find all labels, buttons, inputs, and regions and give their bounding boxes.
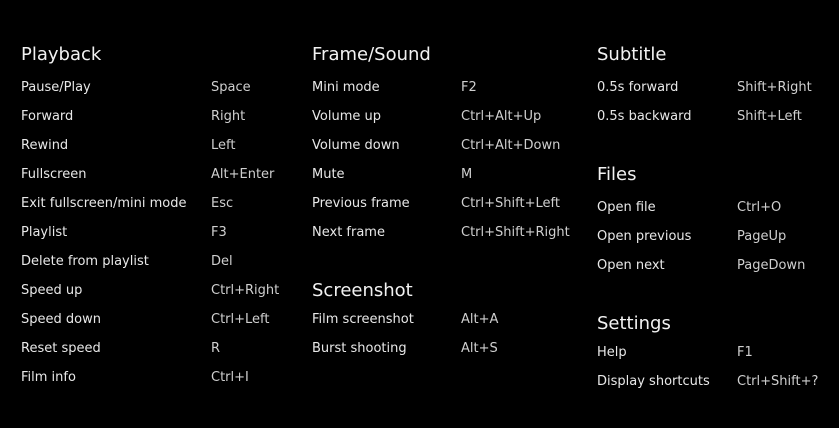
shortcut-key: Del bbox=[211, 254, 233, 269]
shortcut-row-exit-fullscreen: Exit fullscreen/mini mode Esc bbox=[21, 194, 281, 214]
shortcut-row-burst-shooting: Burst shooting Alt+S bbox=[312, 339, 572, 359]
shortcut-action: Reset speed bbox=[21, 341, 101, 356]
shortcut-action: Pause/Play bbox=[21, 80, 91, 95]
shortcut-key: Alt+S bbox=[461, 341, 498, 356]
shortcut-row-next-frame: Next frame Ctrl+Shift+Right bbox=[312, 223, 572, 243]
shortcut-key: Ctrl+Right bbox=[211, 283, 280, 298]
section-title-screenshot: Screenshot bbox=[312, 280, 413, 301]
shortcut-key: Alt+A bbox=[461, 312, 499, 327]
shortcut-row-help: Help F1 bbox=[597, 343, 839, 363]
shortcut-key: PageDown bbox=[737, 258, 806, 273]
shortcut-key: Esc bbox=[211, 196, 234, 211]
shortcut-row-volume-down: Volume down Ctrl+Alt+Down bbox=[312, 136, 572, 156]
shortcut-key: Ctrl+Shift+? bbox=[737, 374, 819, 389]
shortcut-row-open-file: Open file Ctrl+O bbox=[597, 198, 839, 218]
shortcut-key: Ctrl+Alt+Down bbox=[461, 138, 561, 153]
shortcut-row-open-previous: Open previous PageUp bbox=[597, 227, 839, 247]
shortcut-action: 0.5s forward bbox=[597, 80, 679, 95]
shortcut-action: Playlist bbox=[21, 225, 68, 240]
shortcut-action: 0.5s backward bbox=[597, 109, 692, 124]
shortcut-key: Ctrl+I bbox=[211, 370, 249, 385]
shortcut-key: F1 bbox=[737, 345, 753, 360]
shortcut-action: Delete from playlist bbox=[21, 254, 149, 269]
shortcut-key: Left bbox=[211, 138, 236, 153]
shortcut-key: Shift+Right bbox=[737, 80, 812, 95]
shortcut-action: Film screenshot bbox=[312, 312, 414, 327]
shortcut-row-delete-from-playlist: Delete from playlist Del bbox=[21, 252, 281, 272]
shortcut-action: Help bbox=[597, 345, 627, 360]
shortcut-row-fullscreen: Fullscreen Alt+Enter bbox=[21, 165, 281, 185]
shortcut-key: Alt+Enter bbox=[211, 167, 275, 182]
shortcut-key: F3 bbox=[211, 225, 227, 240]
shortcut-action: Open next bbox=[597, 258, 665, 273]
section-title-files: Files bbox=[597, 164, 637, 185]
shortcut-row-previous-frame: Previous frame Ctrl+Shift+Left bbox=[312, 194, 572, 214]
shortcut-action: Previous frame bbox=[312, 196, 410, 211]
shortcut-row-subtitle-backward: 0.5s backward Shift+Left bbox=[597, 107, 839, 127]
shortcut-key: R bbox=[211, 341, 221, 356]
shortcut-action: Film info bbox=[21, 370, 76, 385]
shortcut-row-reset-speed: Reset speed R bbox=[21, 339, 281, 359]
shortcut-row-pause-play: Pause/Play Space bbox=[21, 78, 281, 98]
shortcut-row-forward: Forward Right bbox=[21, 107, 281, 127]
shortcut-key: PageUp bbox=[737, 229, 787, 244]
shortcut-row-playlist: Playlist F3 bbox=[21, 223, 281, 243]
shortcut-row-volume-up: Volume up Ctrl+Alt+Up bbox=[312, 107, 572, 127]
section-title-frame-sound: Frame/Sound bbox=[312, 44, 431, 65]
shortcut-key: Ctrl+O bbox=[737, 200, 782, 215]
shortcut-row-subtitle-forward: 0.5s forward Shift+Right bbox=[597, 78, 839, 98]
shortcut-row-open-next: Open next PageDown bbox=[597, 256, 839, 276]
shortcut-row-rewind: Rewind Left bbox=[21, 136, 281, 156]
section-title-subtitle: Subtitle bbox=[597, 44, 667, 65]
shortcut-action: Mini mode bbox=[312, 80, 380, 95]
section-title-playback: Playback bbox=[21, 44, 102, 65]
section-title-settings: Settings bbox=[597, 313, 671, 334]
shortcut-action: Speed down bbox=[21, 312, 101, 327]
shortcut-key: Space bbox=[211, 80, 251, 95]
shortcut-action: Forward bbox=[21, 109, 74, 124]
shortcut-key: M bbox=[461, 167, 473, 182]
shortcut-action: Speed up bbox=[21, 283, 83, 298]
shortcut-row-speed-up: Speed up Ctrl+Right bbox=[21, 281, 281, 301]
shortcut-action: Next frame bbox=[312, 225, 385, 240]
shortcut-row-film-info: Film info Ctrl+I bbox=[21, 368, 281, 388]
shortcut-key: Right bbox=[211, 109, 246, 124]
shortcut-row-speed-down: Speed down Ctrl+Left bbox=[21, 310, 281, 330]
shortcut-action: Burst shooting bbox=[312, 341, 407, 356]
shortcut-action: Volume up bbox=[312, 109, 381, 124]
shortcut-key: Ctrl+Left bbox=[211, 312, 270, 327]
shortcut-action: Rewind bbox=[21, 138, 69, 153]
shortcut-key: Shift+Left bbox=[737, 109, 802, 124]
shortcut-key: F2 bbox=[461, 80, 477, 95]
shortcut-key: Ctrl+Alt+Up bbox=[461, 109, 542, 124]
shortcut-action: Display shortcuts bbox=[597, 374, 710, 389]
shortcut-key: Ctrl+Shift+Left bbox=[461, 196, 560, 211]
shortcut-row-mini-mode: Mini mode F2 bbox=[312, 78, 572, 98]
shortcut-row-mute: Mute M bbox=[312, 165, 572, 185]
shortcut-action: Volume down bbox=[312, 138, 400, 153]
shortcut-key: Ctrl+Shift+Right bbox=[461, 225, 570, 240]
shortcut-action: Open file bbox=[597, 200, 656, 215]
shortcut-action: Exit fullscreen/mini mode bbox=[21, 196, 187, 211]
shortcut-row-film-screenshot: Film screenshot Alt+A bbox=[312, 310, 572, 330]
shortcut-action: Fullscreen bbox=[21, 167, 87, 182]
shortcut-row-display-shortcuts: Display shortcuts Ctrl+Shift+? bbox=[597, 372, 839, 392]
shortcut-action: Mute bbox=[312, 167, 345, 182]
shortcut-action: Open previous bbox=[597, 229, 692, 244]
